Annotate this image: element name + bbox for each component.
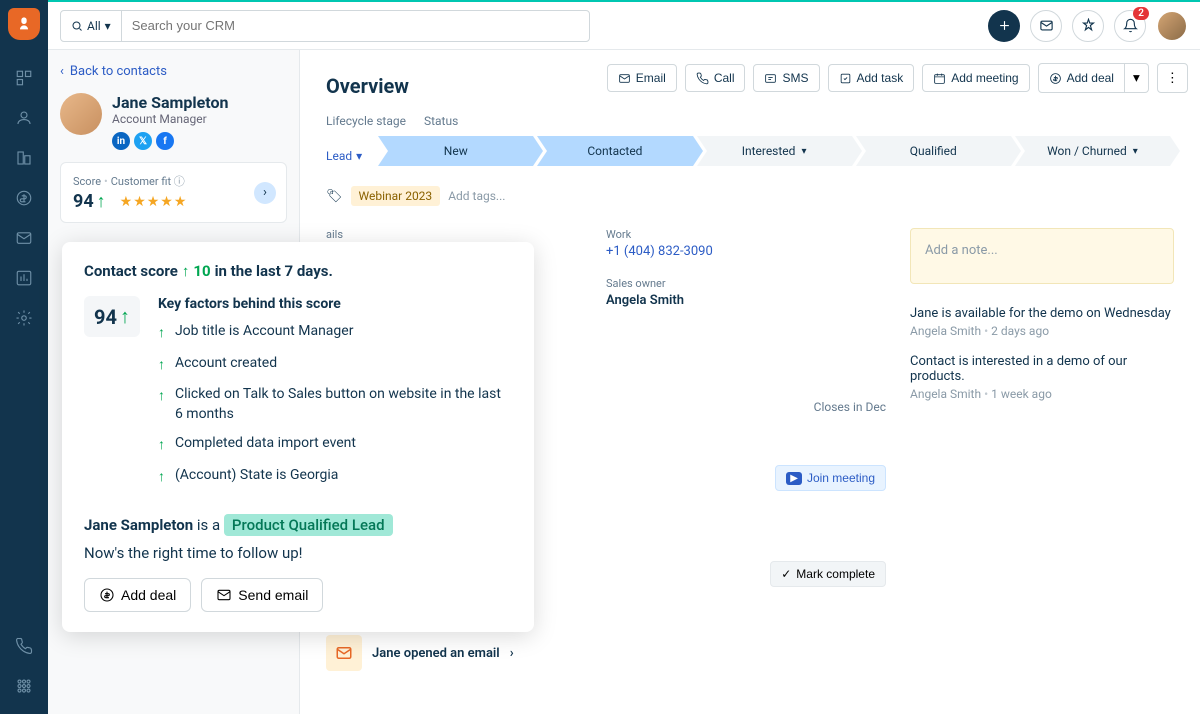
add-tags-input[interactable]: Add tags...: [448, 189, 505, 203]
lifecycle-label: Lifecycle stage: [326, 114, 406, 128]
score-value: 94↑: [73, 191, 106, 212]
nav-deals-icon[interactable]: [0, 178, 48, 218]
emails-label: ails: [326, 228, 606, 241]
search-scope-dropdown[interactable]: All ▾: [61, 11, 122, 41]
arrow-up-icon: ↑: [158, 356, 165, 376]
factors-title: Key factors behind this score: [158, 296, 512, 312]
announcements-button[interactable]: [1072, 10, 1104, 42]
lifecycle-dropdown[interactable]: Lead ▾: [326, 149, 362, 163]
nav-settings-icon[interactable]: [0, 298, 48, 338]
pql-badge: Product Qualified Lead: [224, 514, 393, 536]
add-note-input[interactable]: Add a note...: [910, 228, 1174, 284]
owner-label: Sales owner: [606, 277, 886, 290]
topbar: All ▾ 2: [48, 0, 1200, 50]
nav-mail-icon[interactable]: [0, 218, 48, 258]
stage-contacted[interactable]: Contacted: [537, 136, 692, 166]
left-nav: [0, 0, 48, 714]
popover-score: 94↑: [94, 304, 130, 329]
twitter-icon[interactable]: 𝕏: [134, 132, 152, 150]
score-card[interactable]: Score•Customer fit ⓘ 94↑ ★★★★★ ›: [60, 162, 287, 223]
stage-new[interactable]: New: [378, 136, 533, 166]
video-icon: ▶: [786, 472, 802, 485]
nav-accounts-icon[interactable]: [0, 138, 48, 178]
notifications-button[interactable]: 2: [1114, 10, 1146, 42]
join-meeting-button[interactable]: ▶ Join meeting: [775, 465, 886, 491]
back-to-contacts-link[interactable]: ‹ Back to contacts: [60, 64, 287, 79]
user-avatar[interactable]: [1156, 10, 1188, 42]
overview-title: Overview: [326, 74, 1174, 98]
status-label: Status: [424, 114, 458, 128]
popover-send-email-button[interactable]: Send email: [201, 578, 323, 612]
nav-reports-icon[interactable]: [0, 258, 48, 298]
chevron-left-icon: ‹: [60, 64, 64, 79]
customer-fit-stars: ★★★★★: [120, 194, 188, 210]
score-popover: Contact score ↑ 10 in the last 7 days. 9…: [62, 242, 534, 632]
follow-up-text: Now's the right time to follow up!: [84, 544, 512, 562]
note-text: Contact is interested in a demo of our p…: [910, 354, 1174, 384]
arrow-up-icon: ↑: [182, 262, 190, 280]
contact-avatar: [60, 93, 102, 135]
deal-closes: Closes in Dec: [814, 400, 886, 414]
popover-add-deal-button[interactable]: Add deal: [84, 578, 191, 612]
contact-name: Jane Sampleton: [112, 93, 228, 112]
nav-dashboard-icon[interactable]: [0, 58, 48, 98]
nav-phone-icon[interactable]: [0, 626, 48, 666]
sales-owner: Angela Smith: [606, 293, 886, 308]
arrow-up-icon: ↑: [158, 436, 165, 456]
tag-chip[interactable]: Webinar 2023: [351, 186, 441, 206]
expand-score-icon[interactable]: ›: [254, 182, 276, 204]
chevron-right-icon: ›: [510, 646, 514, 661]
inbox-button[interactable]: [1030, 10, 1062, 42]
tag-icon: 🏷: [326, 189, 343, 204]
search-scope-label: All: [87, 19, 101, 33]
arrow-up-icon: ↑: [158, 324, 165, 344]
activity-text: Jane opened an email: [372, 646, 500, 661]
stage-interested[interactable]: Interested▾: [697, 136, 852, 166]
check-icon: ✓: [781, 567, 791, 581]
arrow-up-icon: ↑: [158, 468, 165, 488]
note-text: Jane is available for the demo on Wednes…: [910, 306, 1174, 321]
work-label: Work: [606, 228, 886, 241]
brand-logo: [8, 8, 40, 40]
contact-phone[interactable]: +1 (404) 832-3090: [606, 244, 886, 259]
quick-add-button[interactable]: [988, 10, 1020, 42]
arrow-up-icon: ↑: [158, 387, 165, 407]
stage-qualified[interactable]: Qualified: [856, 136, 1011, 166]
nav-apps-icon[interactable]: [0, 666, 48, 706]
linkedin-icon[interactable]: in: [112, 132, 130, 150]
nav-contacts-icon[interactable]: [0, 98, 48, 138]
chevron-down-icon: ▾: [105, 19, 111, 33]
search-group: All ▾: [60, 10, 590, 42]
search-input[interactable]: [122, 18, 589, 33]
notification-badge: 2: [1133, 7, 1149, 20]
stage-won-churned[interactable]: Won / Churned▾: [1015, 136, 1170, 166]
facebook-icon[interactable]: f: [156, 132, 174, 150]
activity-email-icon: [326, 635, 362, 671]
contact-job-title: Account Manager: [112, 112, 228, 126]
mark-complete-button[interactable]: ✓ Mark complete: [770, 561, 886, 587]
